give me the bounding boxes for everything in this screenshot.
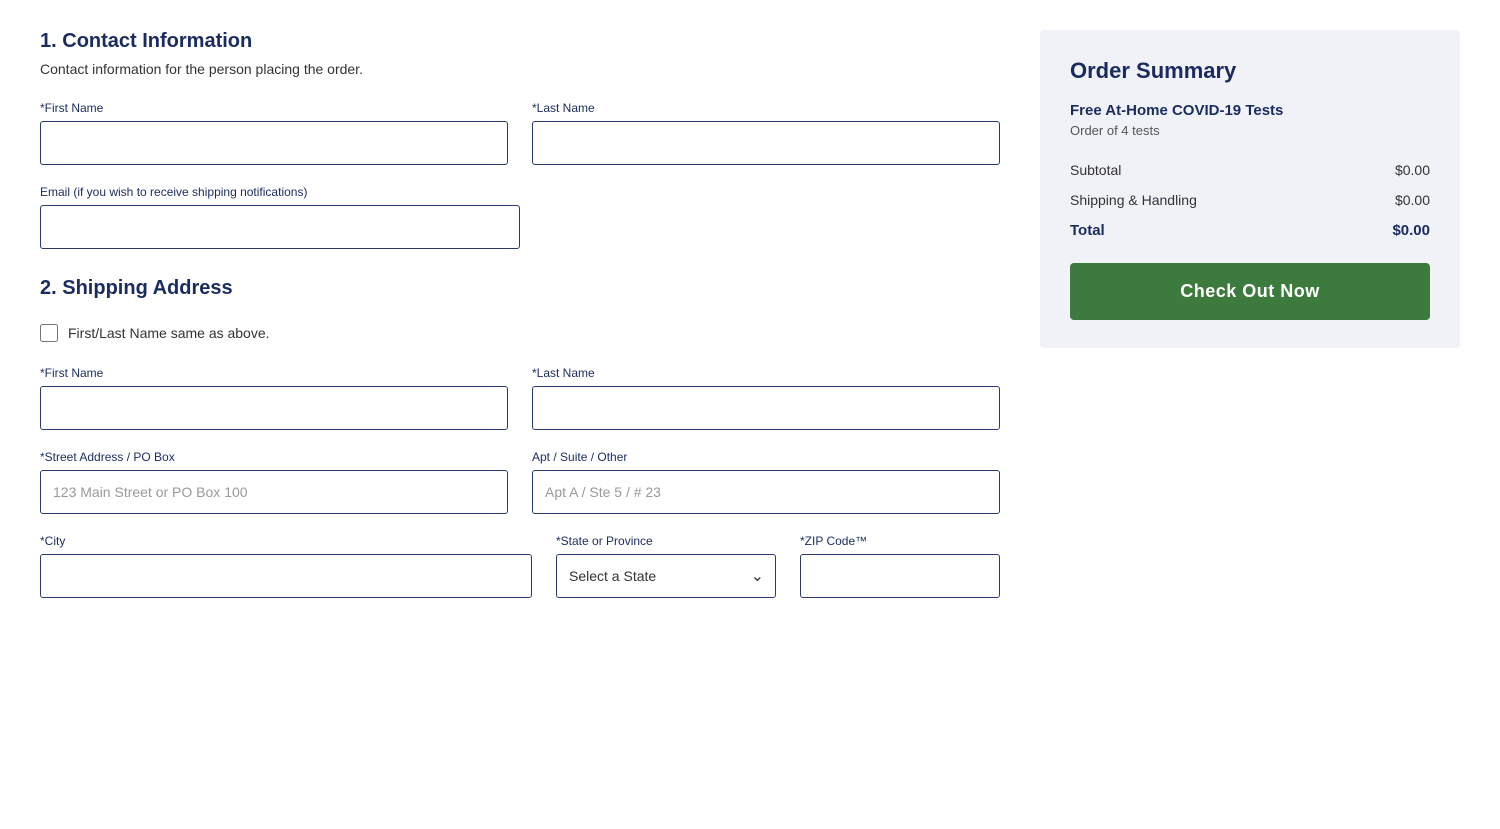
checkout-button[interactable]: Check Out Now: [1070, 263, 1430, 320]
city-group: *City: [40, 534, 532, 598]
shipping-last-name-input[interactable]: [532, 386, 1000, 430]
contact-first-name-label: *First Name: [40, 101, 508, 115]
email-group: Email (if you wish to receive shipping n…: [40, 185, 520, 249]
email-input[interactable]: [40, 205, 520, 249]
total-value: $0.00: [1392, 222, 1430, 239]
shipping-last-name-label: *Last Name: [532, 366, 1000, 380]
city-state-zip-row: *City *State or Province Select a State …: [40, 534, 1000, 598]
address-row: *Street Address / PO Box Apt / Suite / O…: [40, 450, 1000, 514]
same-name-checkbox-label[interactable]: First/Last Name same as above.: [68, 325, 270, 341]
same-name-checkbox-row: First/Last Name same as above.: [40, 324, 1000, 342]
total-label: Total: [1070, 222, 1105, 239]
city-label: *City: [40, 534, 532, 548]
contact-section-title: 1. Contact Information: [40, 30, 1000, 53]
shipping-first-name-group: *First Name: [40, 366, 508, 430]
shipping-name-row: *First Name *Last Name: [40, 366, 1000, 430]
city-input[interactable]: [40, 554, 532, 598]
street-label: *Street Address / PO Box: [40, 450, 508, 464]
contact-last-name-group: *Last Name: [532, 101, 1000, 165]
zip-input[interactable]: [800, 554, 1000, 598]
zip-group: *ZIP Code™: [800, 534, 1000, 598]
subtotal-value: $0.00: [1395, 162, 1430, 178]
main-form: 1. Contact Information Contact informati…: [40, 30, 1000, 618]
contact-name-row: *First Name *Last Name: [40, 101, 1000, 165]
order-summary-title: Order Summary: [1070, 58, 1430, 84]
contact-last-name-input[interactable]: [532, 121, 1000, 165]
contact-last-name-label: *Last Name: [532, 101, 1000, 115]
contact-first-name-input[interactable]: [40, 121, 508, 165]
shipping-last-name-group: *Last Name: [532, 366, 1000, 430]
state-select[interactable]: Select a State Alabama Alaska Arizona Ar…: [556, 554, 776, 598]
zip-label: *ZIP Code™: [800, 534, 1000, 548]
sidebar: Order Summary Free At-Home COVID-19 Test…: [1040, 30, 1460, 618]
shipping-section: 2. Shipping Address: [40, 277, 1000, 300]
state-select-wrapper: Select a State Alabama Alaska Arizona Ar…: [556, 554, 776, 598]
apt-input[interactable]: [532, 470, 1000, 514]
shipping-value: $0.00: [1395, 192, 1430, 208]
email-label: Email (if you wish to receive shipping n…: [40, 185, 520, 199]
street-address-group: *Street Address / PO Box: [40, 450, 508, 514]
state-label: *State or Province: [556, 534, 776, 548]
contact-first-name-group: *First Name: [40, 101, 508, 165]
shipping-label: Shipping & Handling: [1070, 192, 1197, 208]
product-name: Free At-Home COVID-19 Tests: [1070, 102, 1430, 119]
shipping-section-title: 2. Shipping Address: [40, 277, 1000, 300]
state-group: *State or Province Select a State Alabam…: [556, 534, 776, 598]
shipping-line: Shipping & Handling $0.00: [1070, 192, 1430, 208]
apt-label: Apt / Suite / Other: [532, 450, 1000, 464]
apt-group: Apt / Suite / Other: [532, 450, 1000, 514]
same-name-checkbox[interactable]: [40, 324, 58, 342]
contact-section: 1. Contact Information Contact informati…: [40, 30, 1000, 249]
subtotal-line: Subtotal $0.00: [1070, 162, 1430, 178]
product-subtitle: Order of 4 tests: [1070, 123, 1430, 138]
total-line: Total $0.00: [1070, 222, 1430, 239]
shipping-first-name-input[interactable]: [40, 386, 508, 430]
contact-subtitle: Contact information for the person placi…: [40, 61, 1000, 77]
order-summary-card: Order Summary Free At-Home COVID-19 Test…: [1040, 30, 1460, 348]
street-address-input[interactable]: [40, 470, 508, 514]
shipping-first-name-label: *First Name: [40, 366, 508, 380]
subtotal-label: Subtotal: [1070, 162, 1121, 178]
